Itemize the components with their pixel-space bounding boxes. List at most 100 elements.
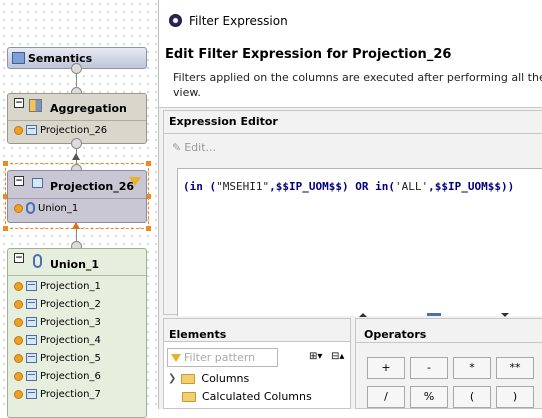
selection-handle[interactable] [3,226,8,231]
tree-item-columns[interactable]: ❯ Columns [168,372,249,385]
input-label: Projection_7 [40,388,101,400]
operator-open-paren-button[interactable]: ( [453,386,491,408]
splitter-grip-icon [427,313,441,316]
collapse-all-icon[interactable]: ⊟▴ [331,351,344,362]
expr-token: "MSEHI1" [216,180,270,193]
input-dot-icon [14,125,23,135]
union1-node[interactable]: − Union_1 Projection_1 Projection_2 Proj… [7,248,147,418]
table-icon [26,389,37,399]
input-dot-icon [14,335,23,345]
description-line2: view. [173,86,201,99]
input-dot-icon [14,281,23,291]
table-icon [26,281,37,291]
operator-divide-button[interactable]: / [367,386,405,408]
table-icon [26,125,37,135]
operator-minus-button[interactable]: - [410,357,448,379]
projection-icon [32,178,43,188]
list-item[interactable]: Projection_3 [8,313,146,331]
table-icon [26,371,37,381]
tree-item-label: Calculated Columns [202,390,312,403]
aggregation-input-port[interactable] [71,138,82,149]
folder-icon [182,391,196,402]
filter-pattern-input[interactable]: Filter pattern [167,348,278,367]
table-icon [26,317,37,327]
operator-multiply-button[interactable]: * [453,357,491,379]
description-line1: Filters applied on the columns are execu… [173,71,542,84]
expression-textarea[interactable]: (in ("MSEHI1",$$IP_UOM$$) OR in('ALL',$$… [177,168,542,316]
arrow-up-icon [72,153,80,160]
aggregation-input-label: Projection_26 [40,124,108,136]
tree-item-calculated-columns[interactable]: Calculated Columns [182,390,312,403]
expr-token: in( [375,180,395,193]
expand-all-icon[interactable]: ⊞▾ [309,351,322,362]
list-item[interactable]: Projection_4 [8,331,146,349]
input-label: Projection_1 [40,280,101,292]
expression-editor-panel: Expression Editor ✎ Edit... (in ("MSEHI1… [163,110,542,316]
input-label: Projection_5 [40,352,101,364]
input-label: Projection_2 [40,298,101,310]
collapse-toggle[interactable]: − [14,253,24,263]
input-dot-icon [14,203,23,213]
list-item[interactable]: Projection_1 [8,277,146,295]
table-icon [26,353,37,363]
list-item[interactable]: Projection_2 [8,295,146,313]
list-item[interactable]: Projection_26 [8,121,146,139]
list-item[interactable]: Union_1 [8,199,146,217]
aggregation-icon [29,99,42,112]
expr-token: (in ( [183,180,217,193]
expr-token: ,$$IP_UOM$$) [269,180,349,193]
expr-token: ,$$IP_UOM$$)) [428,180,515,193]
dialog-heading: Edit Filter Expression for Projection_26 [165,47,452,62]
input-dot-icon [14,317,23,327]
table-icon [26,335,37,345]
filter-placeholder: Filter pattern [184,351,256,364]
pencil-icon: ✎ [172,141,182,154]
selection-handle[interactable] [146,226,151,231]
union-icon [33,254,42,268]
semantics-label: Semantics [28,51,93,65]
table-icon [26,299,37,309]
semantics-input-port[interactable] [71,63,82,74]
input-dot-icon [14,371,23,381]
collapse-toggle[interactable]: − [14,176,24,186]
diagram-canvas[interactable]: Semantics − Aggregation Projection_26 − … [0,0,158,418]
operator-plus-button[interactable]: + [367,357,405,379]
aggregation-node[interactable]: − Aggregation Projection_26 [7,93,147,144]
folder-icon [181,373,196,384]
input-dot-icon [14,299,23,309]
window-title: Filter Expression [189,14,288,28]
arrow-up-icon [72,222,80,229]
input-label: Projection_3 [40,316,101,328]
filter-expression-dialog: Filter Expression Edit Filter Expression… [158,0,542,409]
dialog-description: Filters applied on the columns are execu… [173,70,542,100]
selection-handle[interactable] [146,161,151,166]
input-label: Projection_4 [40,334,101,346]
edit-button-label: Edit... [184,141,217,154]
elements-label: Elements [169,328,227,341]
projection26-input-label: Union_1 [38,202,79,214]
eclipse-icon [169,14,182,27]
collapse-toggle[interactable]: − [14,98,24,108]
selection-handle[interactable] [3,161,8,166]
input-label: Projection_6 [40,370,101,382]
expr-token: 'ALL' [394,180,429,193]
list-item[interactable]: Projection_6 [8,367,146,385]
operator-power-button[interactable]: ** [496,357,534,379]
union-icon [26,202,35,214]
list-item[interactable]: Projection_7 [8,385,146,403]
projection26-node[interactable]: − Projection_26 Union_1 [7,170,147,223]
input-dot-icon [14,353,23,363]
dialog-header: Edit Filter Expression for Projection_26… [159,42,542,108]
expr-token: OR [348,180,376,193]
aggregation-title: Aggregation [50,102,127,115]
operator-modulo-button[interactable]: % [410,386,448,408]
operators-label: Operators [364,328,427,341]
arrow-down-icon [501,313,509,317]
operators-panel: Operators + - * ** / % ( ) [355,318,542,409]
list-item[interactable]: Projection_5 [8,349,146,367]
dialog-titlebar[interactable]: Filter Expression [159,0,542,42]
filter-icon[interactable] [129,177,141,186]
operator-close-paren-button[interactable]: ) [496,386,534,408]
projection26-title: Projection_26 [50,180,135,193]
edit-button[interactable]: ✎ Edit... [172,141,216,154]
